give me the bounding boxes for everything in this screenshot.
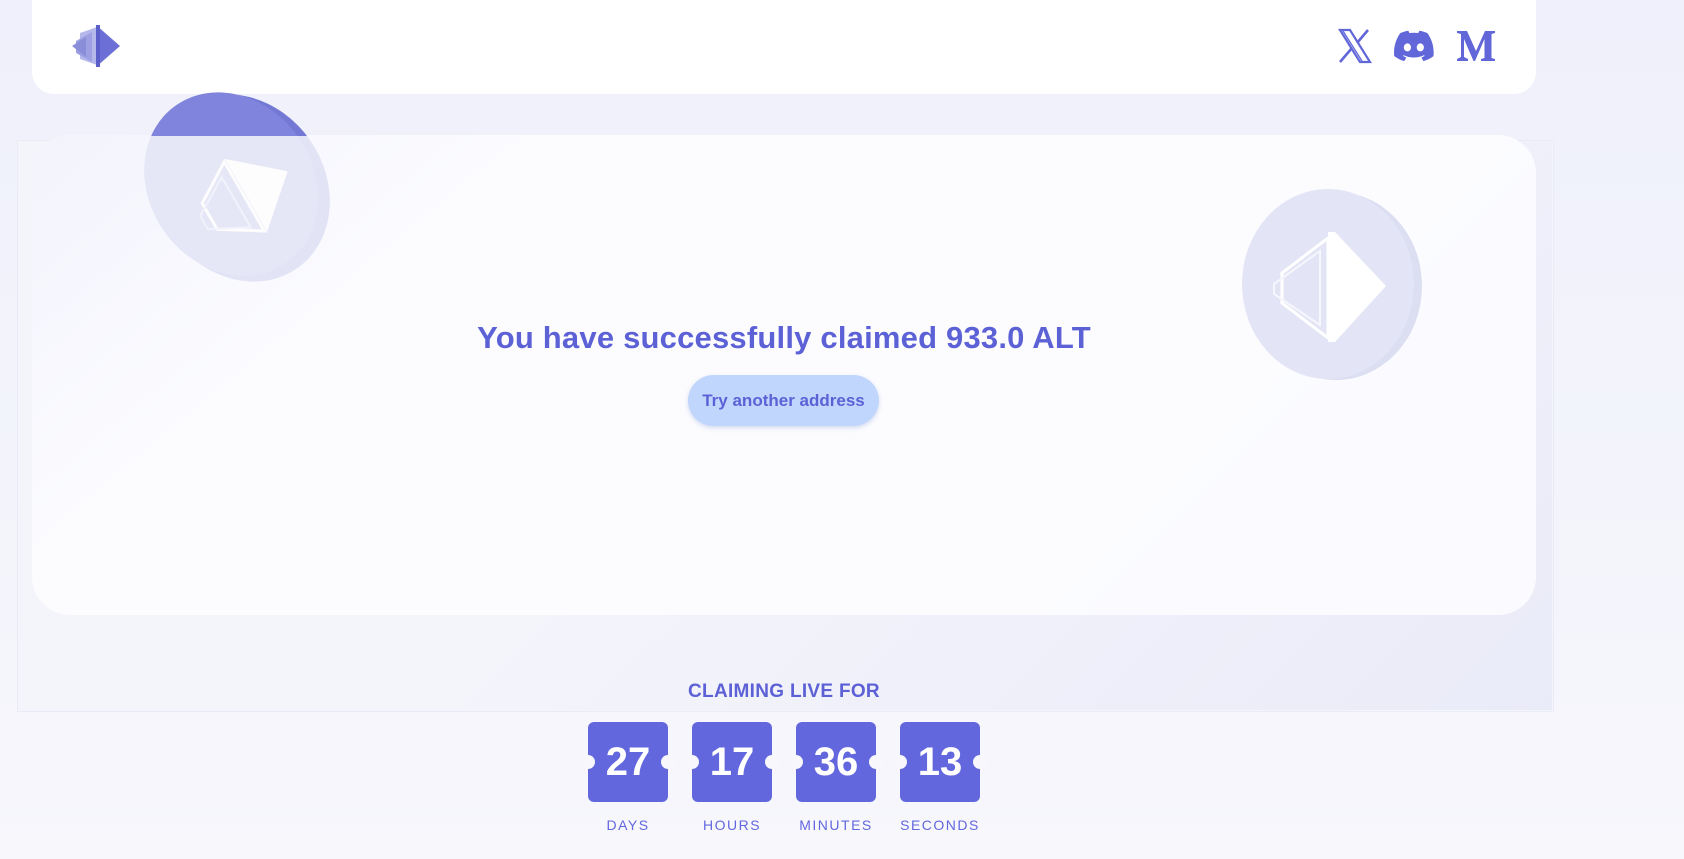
countdown-seconds: 13 SECONDS [893,722,987,833]
discord-icon[interactable] [1394,24,1434,68]
countdown-hours-value: 17 [685,722,779,802]
altlayer-coin-left-icon [138,90,332,290]
countdown-days-value: 27 [581,722,675,802]
top-header [32,0,1536,94]
countdown-hours: 17 HOURS [685,722,779,833]
altlayer-logo-icon[interactable] [72,23,122,69]
countdown-minutes: 36 MINUTES [789,722,883,833]
countdown-hours-label: HOURS [702,817,762,833]
x-icon[interactable] [1336,24,1372,68]
medium-icon[interactable] [1456,24,1496,68]
countdown-days-label: DAYS [606,817,650,833]
claim-success-message: You have successfully claimed 933.0 ALT [477,320,1091,355]
countdown-minutes-value: 36 [789,722,883,802]
try-another-address-button[interactable]: Try another address [688,375,879,426]
countdown-seconds-label: SECONDS [900,817,980,833]
countdown-title: CLAIMING LIVE FOR [688,681,880,702]
countdown-days: 27 DAYS [581,722,675,833]
app-root: You have successfully claimed 933.0 ALT … [0,0,1684,859]
social-links [1336,24,1496,68]
countdown-seconds-value: 13 [893,722,987,802]
countdown-timer: 27 DAYS 17 HOURS 36 MINUTES 13 SECONDS [581,722,987,842]
countdown-minutes-label: MINUTES [799,817,873,833]
